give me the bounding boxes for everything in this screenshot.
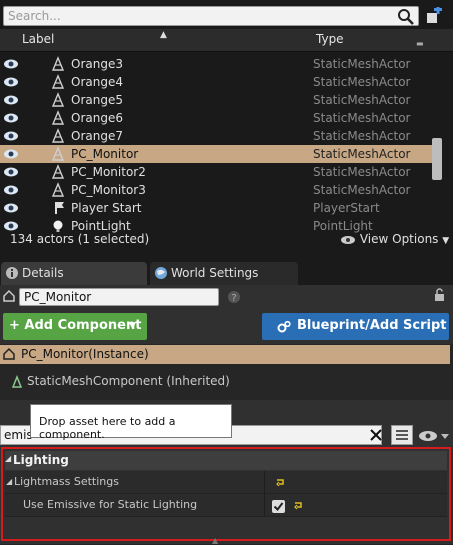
- eye-icon: [341, 235, 355, 244]
- add-filter-icon[interactable]: [425, 7, 443, 25]
- actor-type: StaticMeshActor: [313, 57, 411, 71]
- actor-type: StaticMeshActor: [313, 183, 411, 197]
- visibility-eye-icon[interactable]: [3, 166, 19, 178]
- actor-name: Player Start: [71, 201, 142, 215]
- actor-name: Orange5: [71, 93, 123, 107]
- player-start-icon: [55, 202, 64, 214]
- static-mesh-icon: [51, 146, 65, 161]
- actor-name: Orange4: [71, 75, 123, 89]
- highlight-frame: [1, 447, 451, 541]
- actor-name: PC_Monitor3: [71, 183, 146, 197]
- search-input[interactable]: Search...: [3, 6, 419, 26]
- actor-name-field[interactable]: PC_Monitor: [19, 288, 219, 306]
- search-placeholder: Search...: [8, 9, 61, 23]
- search-icon[interactable]: [397, 8, 415, 26]
- column-type-header[interactable]: Type: [316, 32, 344, 46]
- actor-name: Orange6: [71, 111, 123, 125]
- actor-type: StaticMeshActor: [313, 93, 411, 107]
- svg-text:?: ?: [231, 293, 236, 304]
- static-mesh-icon: [51, 128, 65, 143]
- search-bar: Search...: [0, 3, 453, 27]
- add-component-label: + Add Component: [9, 318, 142, 333]
- eye-icon: [419, 431, 449, 441]
- actor-type: StaticMeshActor: [313, 129, 411, 143]
- visibility-eye-icon[interactable]: [3, 112, 19, 124]
- actor-name: Orange3: [71, 57, 123, 71]
- actor-count-text: 134 actors (1 selected): [10, 232, 150, 246]
- static-mesh-icon: [51, 164, 65, 179]
- actor-row[interactable]: Orange5 StaticMeshActor: [0, 91, 432, 109]
- blueprint-add-script-label: Blueprint/Add Script: [297, 318, 447, 333]
- world-outliner: Search... Label ▲ Type ▬ Orange3 StaticMe…: [0, 0, 453, 260]
- tab-details[interactable]: Details: [1, 262, 147, 285]
- visibility-eye-icon[interactable]: [3, 58, 19, 70]
- chevron-down-icon: ▼: [442, 236, 450, 246]
- close-icon[interactable]: [368, 426, 384, 444]
- actor-row[interactable]: Orange7 StaticMeshActor: [0, 127, 432, 145]
- drop-asset-tooltip: Drop asset here to add a component.: [30, 404, 232, 441]
- visibility-eye-icon[interactable]: [3, 94, 19, 106]
- visibility-eye-icon[interactable]: [3, 130, 19, 142]
- column-menu-icon[interactable]: ▬: [416, 39, 424, 48]
- static-mesh-icon: [51, 74, 65, 89]
- visibility-eye-icon[interactable]: [3, 202, 19, 214]
- actor-name: PC_Monitor2: [71, 165, 146, 179]
- details-search-value: emis: [4, 428, 33, 442]
- tab-details-label: Details: [22, 266, 64, 280]
- actor-type: StaticMeshActor: [313, 111, 411, 125]
- column-label-header[interactable]: Label: [22, 32, 54, 46]
- static-mesh-component-row[interactable]: StaticMeshComponent (Inherited): [10, 373, 310, 391]
- tooltip-text: Drop asset here to add a component.: [39, 415, 176, 441]
- actor-row[interactable]: PC_Monitor3 StaticMeshActor: [0, 181, 432, 199]
- actor-name-value: PC_Monitor: [24, 290, 92, 304]
- static-mesh-icon: [51, 92, 65, 107]
- column-header-row: Label ▲ Type ▬: [0, 29, 453, 52]
- property-matrix-button[interactable]: [391, 425, 413, 445]
- globe-icon: [155, 267, 167, 279]
- actor-icon: [3, 347, 15, 360]
- static-mesh-icon: [11, 375, 23, 388]
- help-icon[interactable]: ?: [227, 290, 241, 304]
- actor-icon: [3, 289, 15, 302]
- blueprint-add-script-button[interactable]: Blueprint/Add Script: [262, 313, 449, 340]
- actor-row[interactable]: Orange4 StaticMeshActor: [0, 73, 432, 91]
- actor-type: StaticMeshActor: [313, 165, 411, 179]
- static-mesh-component-label: StaticMeshComponent (Inherited): [27, 374, 230, 388]
- static-mesh-icon: [51, 56, 65, 71]
- sort-ascending-icon: ▲: [160, 30, 167, 40]
- actor-row[interactable]: PC_Monitor2 StaticMeshActor: [0, 163, 432, 181]
- outliner-scrollbar[interactable]: [432, 138, 442, 180]
- actor-row[interactable]: PC_Monitor StaticMeshActor: [0, 145, 432, 163]
- visibility-eye-icon[interactable]: [3, 148, 19, 160]
- actor-name: Orange7: [71, 129, 123, 143]
- chevron-down-icon: ▼: [129, 321, 136, 331]
- add-component-button[interactable]: + Add Component ▼: [3, 313, 147, 340]
- outliner-status-bar: 134 actors (1 selected) View Options ▼: [0, 228, 453, 252]
- gears-icon: [277, 320, 291, 333]
- actor-type: StaticMeshActor: [313, 147, 411, 161]
- actor-row[interactable]: Player Start PlayerStart: [0, 199, 432, 217]
- tab-world-settings-label: World Settings: [171, 266, 259, 280]
- component-instance-row[interactable]: PC_Monitor(Instance): [0, 345, 450, 364]
- view-options-button[interactable]: View Options ▼: [340, 232, 449, 246]
- panel-tab-strip: Details World Settings: [0, 260, 453, 285]
- visibility-eye-icon[interactable]: [3, 184, 19, 196]
- visibility-eye-icon[interactable]: [3, 76, 19, 88]
- actor-type: StaticMeshActor: [313, 75, 411, 89]
- info-icon: [6, 267, 18, 279]
- component-instance-label: PC_Monitor(Instance): [21, 347, 149, 361]
- actor-type: PlayerStart: [313, 201, 380, 215]
- grid-icon: [396, 430, 408, 440]
- actor-name: PC_Monitor: [71, 147, 139, 161]
- view-options-label: View Options: [359, 232, 439, 246]
- details-view-options-button[interactable]: [417, 428, 449, 444]
- tab-world-settings[interactable]: World Settings: [150, 262, 298, 285]
- actor-row[interactable]: Orange6 StaticMeshActor: [0, 109, 432, 127]
- static-mesh-icon: [51, 182, 65, 197]
- lock-icon[interactable]: [432, 288, 446, 302]
- actor-row[interactable]: Orange3 StaticMeshActor: [0, 55, 432, 73]
- static-mesh-icon: [51, 110, 65, 125]
